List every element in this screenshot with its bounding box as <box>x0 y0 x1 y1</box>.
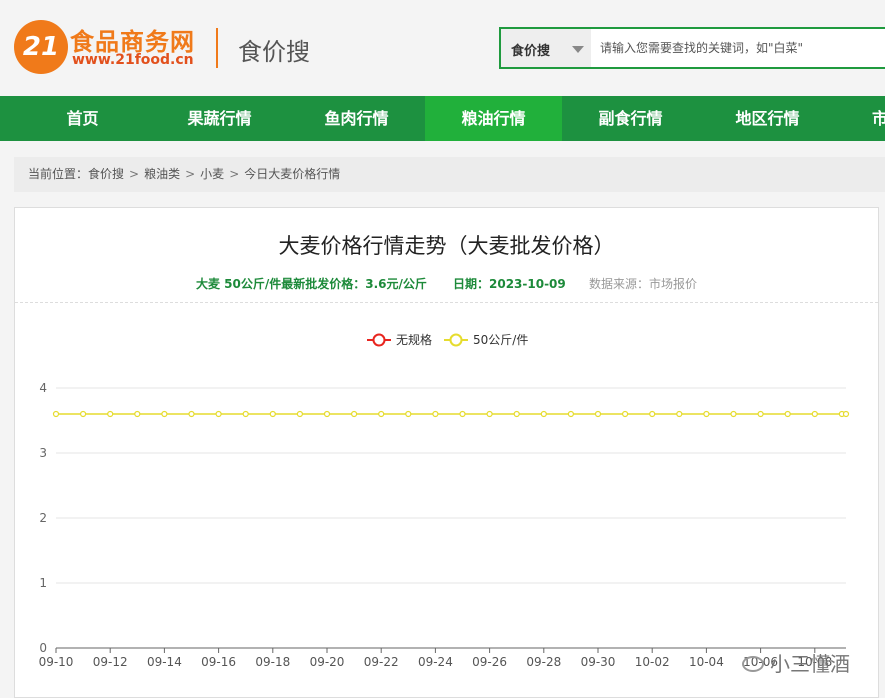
legend-marker <box>372 333 386 347</box>
y-tick-label: 1 <box>39 576 47 590</box>
y-tick-label: 0 <box>39 641 47 655</box>
data-point <box>649 410 656 418</box>
data-point <box>79 410 87 418</box>
data-point <box>188 410 195 418</box>
x-tick-label: 09-14 <box>147 655 182 669</box>
data-point <box>567 410 575 418</box>
data-point <box>540 410 547 418</box>
x-tick-label: 09-18 <box>255 655 290 669</box>
data-point <box>784 410 791 418</box>
data-point <box>842 410 850 418</box>
data-point <box>242 410 249 418</box>
price-line-chart: 0 1 2 3 4 09-10 09-12 09-14 09-16 09-18 09-20 09-22… <box>39 332 850 669</box>
chat-bubble-icon <box>742 656 764 672</box>
x-tick-label: 09-16 <box>201 655 236 669</box>
data-point <box>811 410 818 418</box>
x-tick-label: 09-12 <box>93 655 128 669</box>
data-point <box>405 410 412 418</box>
data-point <box>323 410 331 418</box>
data-point <box>378 410 385 418</box>
data-point <box>134 410 141 418</box>
data-point <box>594 410 602 418</box>
data-point <box>432 410 439 418</box>
data-point <box>486 410 493 418</box>
data-point <box>269 410 276 418</box>
data-point <box>621 410 629 418</box>
data-point <box>161 410 168 418</box>
watermark: 小三懂酒 <box>742 648 850 677</box>
y-tick-label: 2 <box>39 511 47 525</box>
data-point <box>296 410 303 418</box>
data-point <box>459 410 466 418</box>
legend-label: 无规格 <box>396 332 432 347</box>
y-tick-label: 4 <box>39 381 47 395</box>
x-tick-label: 09-22 <box>364 655 399 669</box>
x-tick-label: 09-24 <box>418 655 453 669</box>
x-tick-label: 09-26 <box>472 655 507 669</box>
data-point <box>513 410 520 418</box>
y-tick-label: 3 <box>39 446 47 460</box>
legend-label: 50公斤/件 <box>473 333 528 347</box>
watermark-text: 小三懂酒 <box>770 652 850 676</box>
x-tick-label: 10-04 <box>689 655 724 669</box>
data-point <box>52 410 60 418</box>
data-point <box>757 410 764 418</box>
x-tick-label: 09-30 <box>581 655 616 669</box>
data-point <box>215 410 222 418</box>
data-point <box>351 410 358 418</box>
data-point <box>676 410 683 418</box>
legend-marker <box>449 333 463 347</box>
x-tick-label: 09-10 <box>39 655 74 669</box>
x-tick-label: 09-20 <box>310 655 345 669</box>
x-tick-label: 10-02 <box>635 655 670 669</box>
x-tick-label: 09-28 <box>526 655 561 669</box>
data-point <box>703 410 710 418</box>
data-point <box>107 410 114 418</box>
data-point <box>730 410 737 418</box>
